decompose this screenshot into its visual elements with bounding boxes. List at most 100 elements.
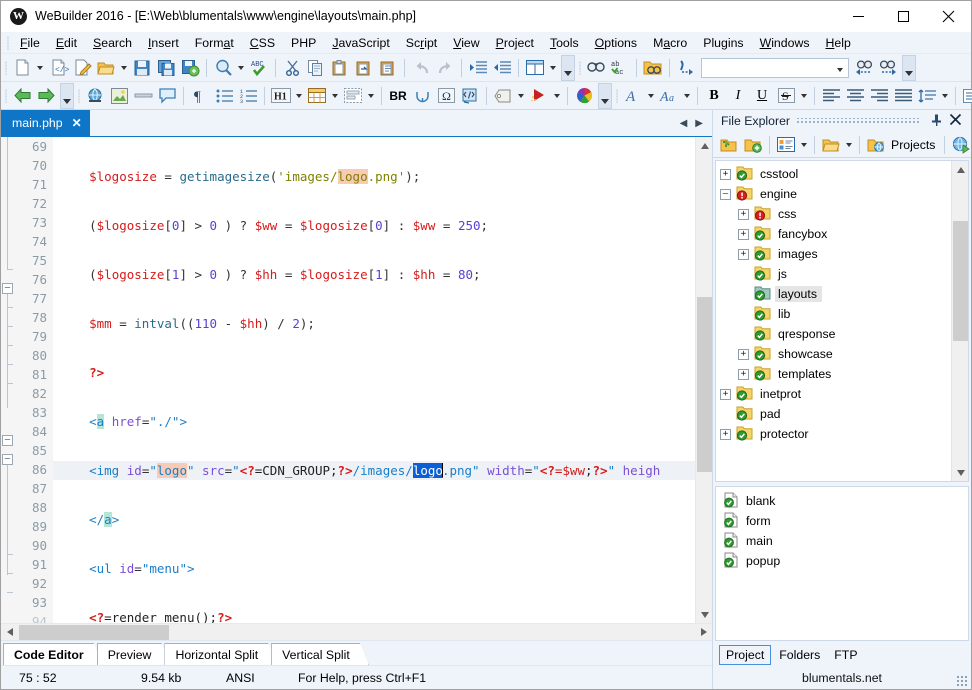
scroll-down-icon[interactable] <box>952 464 969 481</box>
ordered-list-icon[interactable]: 123 <box>236 84 260 108</box>
tab-code-editor[interactable]: Code Editor <box>3 643 103 665</box>
code-line-71[interactable]: ($logosize[1] > 0 ) ? $hh = $logosize[1]… <box>53 265 695 284</box>
editor-horizontal-scrollbar[interactable] <box>1 623 712 640</box>
copy-icon[interactable] <box>304 56 328 80</box>
tree-item-js[interactable]: js <box>716 264 951 284</box>
code-line-76[interactable]: </a> <box>53 510 695 529</box>
line-spacing-icon[interactable] <box>915 84 939 108</box>
globe-refresh-icon[interactable] <box>949 133 972 157</box>
menu-options[interactable]: Options <box>587 34 645 52</box>
menu-help[interactable]: Help <box>817 34 858 52</box>
fold-toggle-85[interactable]: – <box>2 435 13 446</box>
file-list-item-blank[interactable]: blank <box>716 491 968 511</box>
expander-icon[interactable]: + <box>738 369 749 380</box>
font-dropdown-icon[interactable] <box>645 84 657 108</box>
tab-preview[interactable]: Preview <box>97 643 171 665</box>
quick-search-dropdown-icon[interactable] <box>832 61 848 75</box>
view-mode-icon[interactable] <box>774 133 798 157</box>
undo-icon[interactable] <box>409 56 433 80</box>
scroll-right-icon[interactable] <box>695 625 712 639</box>
toolbar-grip-5[interactable] <box>614 88 621 104</box>
code-line-74[interactable]: <a href="./"> <box>53 412 695 431</box>
tree-item-protector[interactable]: + protector <box>716 424 951 444</box>
editor-vertical-scrollbar[interactable] <box>695 137 712 623</box>
projects-icon[interactable] <box>864 133 888 157</box>
bold-icon[interactable]: B <box>702 84 726 108</box>
tab-prev-icon[interactable]: ◀ <box>677 118 691 129</box>
paragraph-icon[interactable]: ¶ <box>188 84 212 108</box>
new-folder-icon[interactable] <box>741 133 765 157</box>
editor-hscroll-thumb[interactable] <box>19 625 169 640</box>
close-button[interactable] <box>926 1 971 32</box>
insert-comment-icon[interactable] <box>155 84 179 108</box>
scroll-down-icon[interactable] <box>696 606 712 623</box>
save-to-ftp-icon[interactable] <box>178 56 202 80</box>
file-list-item-form[interactable]: form <box>716 511 968 531</box>
file-list[interactable]: blank form main <box>715 486 969 641</box>
minimize-button[interactable] <box>836 1 881 32</box>
insert-link-icon[interactable] <box>83 84 107 108</box>
insert-table-dropdown-icon[interactable] <box>329 84 341 108</box>
open-file-icon[interactable] <box>94 56 118 80</box>
expander-icon[interactable]: + <box>738 209 749 220</box>
style-block-icon[interactable] <box>960 84 972 108</box>
run-icon[interactable] <box>527 84 551 108</box>
tree-item-layouts[interactable]: layouts <box>716 284 951 304</box>
file-list-item-main[interactable]: main <box>716 531 968 551</box>
tree-item-pad[interactable]: pad <box>716 404 951 424</box>
line-spacing-dropdown-icon[interactable] <box>939 84 951 108</box>
browse-folder-icon[interactable] <box>819 133 843 157</box>
insert-table-icon[interactable] <box>305 84 329 108</box>
align-justify-icon[interactable] <box>891 84 915 108</box>
toolbar-grip[interactable] <box>3 60 10 76</box>
unordered-list-icon[interactable] <box>212 84 236 108</box>
strikethrough-dropdown-icon[interactable] <box>798 84 810 108</box>
menu-format[interactable]: Format <box>187 34 242 52</box>
run-dropdown-icon[interactable] <box>551 84 563 108</box>
cut-icon[interactable] <box>280 56 304 80</box>
scroll-up-icon[interactable] <box>696 137 712 154</box>
menu-macro[interactable]: Macro <box>645 34 695 52</box>
paste-special-icon[interactable] <box>352 56 376 80</box>
toolbar-overflow-button-3[interactable] <box>60 83 74 109</box>
back-icon[interactable] <box>10 84 34 108</box>
paste-icon[interactable] <box>328 56 352 80</box>
tree-item-fancybox[interactable]: + fancybox <box>716 224 951 244</box>
new-from-template-icon[interactable]: </> <box>46 56 70 80</box>
fe-tab-folders[interactable]: Folders <box>773 646 826 664</box>
tag-dropdown-icon[interactable] <box>515 84 527 108</box>
tree-item-lib[interactable]: lib <box>716 304 951 324</box>
heading-icon[interactable]: H1 <box>269 84 293 108</box>
panel-drag-dots[interactable] <box>796 118 921 125</box>
form-icon[interactable] <box>341 84 365 108</box>
pin-icon[interactable] <box>927 114 946 129</box>
tree-item-showcase[interactable]: + showcase <box>716 344 951 364</box>
tab-next-icon[interactable]: ▶ <box>692 118 706 129</box>
open-folder-icon[interactable] <box>717 133 741 157</box>
code-line-69[interactable]: $logosize = getimagesize('images/logo.pn… <box>53 167 695 186</box>
document-tab-main-php[interactable]: main.php ✕ <box>1 110 90 136</box>
expander-icon[interactable]: + <box>738 349 749 360</box>
fold-toggle-86[interactable]: – <box>2 454 13 465</box>
menu-project[interactable]: Project <box>488 34 542 52</box>
save-file-icon[interactable] <box>130 56 154 80</box>
editor-scroll-thumb[interactable] <box>697 297 712 472</box>
italic-icon[interactable]: I <box>726 84 750 108</box>
new-file-dropdown-icon[interactable] <box>34 56 46 80</box>
tree-item-css[interactable]: + css <box>716 204 951 224</box>
align-left-icon[interactable] <box>819 84 843 108</box>
toolbar-overflow-button-4[interactable] <box>598 83 612 109</box>
expander-icon[interactable]: + <box>720 429 731 440</box>
non-breaking-space-icon[interactable] <box>410 84 434 108</box>
expander-icon[interactable]: – <box>720 189 731 200</box>
find-previous-icon[interactable] <box>852 56 876 80</box>
indent-icon[interactable] <box>466 56 490 80</box>
tree-item-templates[interactable]: + templates <box>716 364 951 384</box>
tag-icon[interactable] <box>491 84 515 108</box>
code-line-70[interactable]: ($logosize[0] > 0 ) ? $ww = $logosize[0]… <box>53 216 695 235</box>
open-file-dropdown-icon[interactable] <box>118 56 130 80</box>
tree-item-engine[interactable]: – engine <box>716 184 951 204</box>
code-line-72[interactable]: $mm = intval((110 - $hh) / 2); <box>53 314 695 333</box>
view-mode-dropdown-icon[interactable] <box>798 133 810 157</box>
code-line-78[interactable]: <?=render_menu();?> <box>53 608 695 623</box>
